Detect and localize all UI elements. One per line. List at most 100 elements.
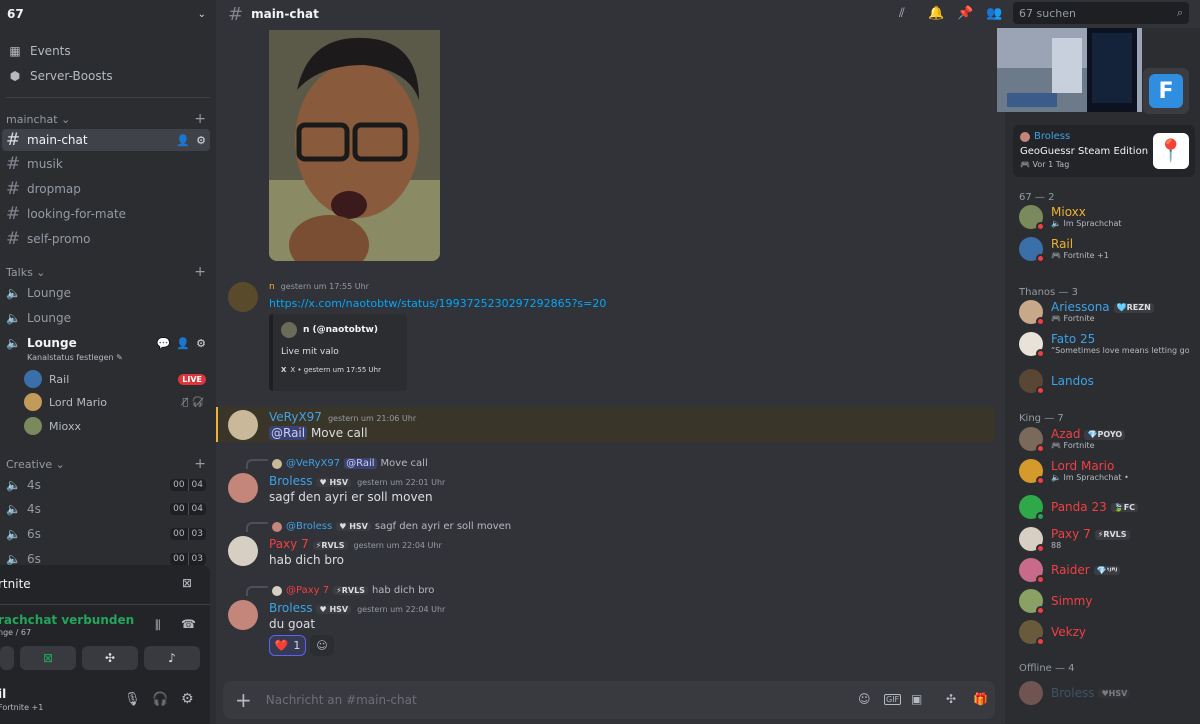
pin-icon[interactable]: 📌 <box>957 6 973 21</box>
clan-tag[interactable]: 🍃FC <box>1110 502 1139 513</box>
sticker-icon[interactable]: ▣ <box>911 692 922 706</box>
voice-channel-lounge-active[interactable]: 🔈 Lounge 💬 👤 ⚙ <box>2 332 210 354</box>
category-mainchat[interactable]: mainchat ⌄ + <box>6 110 210 128</box>
voice-user-rail[interactable]: Rail LIVE <box>24 368 210 390</box>
member-row[interactable]: Simmy <box>1019 586 1194 616</box>
avatar[interactable] <box>228 473 258 503</box>
channel-status-setter[interactable]: Kanalstatus festlegen ✎ <box>27 353 123 362</box>
message-author[interactable]: Broless <box>269 601 312 615</box>
member-row[interactable]: Ariessona 🩵REZN 🎮 Fortnite <box>1019 297 1194 327</box>
user-settings-gear-icon[interactable]: ⚙ <box>181 691 194 707</box>
member-row[interactable]: Rail 🎮 Fortnite +1 <box>1019 234 1194 264</box>
headphones-icon[interactable]: 🎧 <box>152 692 168 707</box>
add-channel-icon[interactable]: + <box>194 111 210 127</box>
reaction-heart[interactable]: ❤️ 1 <box>269 635 306 656</box>
gear-icon[interactable]: ⚙ <box>196 337 206 350</box>
clan-tag[interactable]: ⚡RVLS <box>1094 530 1130 540</box>
message-composer[interactable]: + Nachricht an #main-chat <box>223 681 995 719</box>
message-link[interactable]: https://x.com/naotobtw/status/1993725230… <box>269 297 606 310</box>
soundboard-button[interactable]: ♪ <box>144 646 200 670</box>
search-input[interactable]: 67 suchen ⌕ <box>1013 2 1189 24</box>
stop-stream-icon[interactable]: ⊠ <box>182 576 192 590</box>
chat-icon[interactable]: 💬 <box>157 337 171 350</box>
message-author[interactable]: VeRyX97 <box>269 410 322 424</box>
activities-button[interactable]: ✣ <box>82 646 138 670</box>
server-boosts-item[interactable]: ⬢ Server-Boosts <box>6 65 210 87</box>
link-embed[interactable]: n (@naotobtw) Live mit valo X X • gester… <box>269 314 407 391</box>
add-channel-icon[interactable]: + <box>194 264 210 280</box>
member-row[interactable]: Azad 💎POYO 🎮 Fortnite <box>1019 424 1194 454</box>
avatar[interactable] <box>228 536 258 566</box>
member-row[interactable]: Broless ♥HSV <box>1019 678 1194 708</box>
threads-icon[interactable]: ⫽ <box>899 6 905 21</box>
avatar[interactable] <box>228 282 258 312</box>
category-talks[interactable]: Talks ⌄ + <box>6 263 210 281</box>
embed-author[interactable]: n (@naotobtw) <box>303 325 378 335</box>
events-item[interactable]: ▦ Events <box>6 40 210 62</box>
disconnect-icon[interactable]: ☎ <box>181 617 196 631</box>
activity-user[interactable]: Broless <box>1034 131 1070 142</box>
microphone-icon[interactable]: 🎙 <box>124 692 141 707</box>
clan-tag[interactable]: 💎POYO <box>1084 430 1126 440</box>
member-row[interactable]: Lord Mario 🔈 Im Sprachchat • <box>1019 456 1194 486</box>
avatar[interactable] <box>228 600 258 630</box>
current-user-name[interactable]: il <box>0 687 6 701</box>
message-author[interactable]: Broless <box>269 474 312 488</box>
bell-icon[interactable]: 🔔 <box>928 6 944 21</box>
clan-tag[interactable]: ⚡RVLS <box>312 541 348 550</box>
avatar[interactable] <box>228 410 258 440</box>
member-row[interactable]: Panda 23 🍃FC <box>1019 492 1194 522</box>
upload-plus-icon[interactable]: + <box>235 688 252 712</box>
member-row[interactable]: Raider 💎ᵗᴶᴿᴶ <box>1019 555 1194 585</box>
invite-icon[interactable]: 👤 <box>176 337 190 350</box>
apps-icon[interactable]: ✣ <box>946 692 956 706</box>
gif-icon[interactable]: GIF <box>884 694 902 705</box>
member-row[interactable]: Fato 25 “Sometimes love means letting go,… <box>1019 329 1194 359</box>
channel-looking-for-mate[interactable]: # looking-for-mate <box>2 203 210 225</box>
clan-tag[interactable]: ♥ HSV <box>316 478 352 487</box>
message-author[interactable]: Paxy 7 <box>269 537 309 551</box>
gift-icon[interactable]: 🎁 <box>973 692 988 706</box>
voice-channel-lounge[interactable]: 🔈 Lounge <box>2 307 210 329</box>
member-row[interactable]: Mioxx 🔈 Im Sprachchat <box>1019 202 1194 232</box>
category-creative[interactable]: Creative ⌄ + <box>6 455 210 473</box>
emoji-icon[interactable]: ☺ <box>858 692 871 706</box>
camera-button[interactable] <box>0 646 14 670</box>
voice-channel-4s[interactable]: 🔈 4s 00 04 <box>2 474 210 496</box>
add-channel-icon[interactable]: + <box>194 456 210 472</box>
channel-self-promo[interactable]: # self-promo <box>2 228 210 250</box>
voice-channel-4s[interactable]: 🔈 4s 00 04 <box>2 498 210 520</box>
share-screen-button[interactable]: ⊠ <box>20 646 76 670</box>
member-row[interactable]: Paxy 7 ⚡RVLS 88 <box>1019 524 1194 554</box>
voice-channel-lounge[interactable]: 🔈 Lounge <box>2 282 210 304</box>
activity-card[interactable]: Broless GeoGuessr Steam Edition 🎮 Vor 1 … <box>1013 125 1195 177</box>
invite-icon[interactable]: 👤 <box>176 134 190 147</box>
clan-tag[interactable]: ♥ HSV <box>316 605 352 614</box>
message-image[interactable] <box>269 30 440 261</box>
member-row[interactable]: Landos <box>1019 366 1194 396</box>
clan-tag[interactable]: 💎ᵗᴶᴿᴶ <box>1093 565 1121 576</box>
clan-tag[interactable]: 🩵REZN <box>1113 303 1154 313</box>
voice-location[interactable]: nge / 67 <box>0 628 31 637</box>
voice-activity-icon[interactable]: ⫼ <box>155 618 161 633</box>
voice-user-lord-mario[interactable]: Lord Mario 🎙̸ 🎧̸ <box>24 391 210 413</box>
activity-thumb-fortnite[interactable]: F <box>1143 68 1189 114</box>
voice-user-mioxx[interactable]: Mioxx <box>24 415 210 437</box>
user-mention[interactable]: @Rail <box>269 426 308 440</box>
clan-tag[interactable]: ♥HSV <box>1098 688 1131 699</box>
reply-reference[interactable]: @Broless ♥ HSV sagf den ayri er soll mov… <box>246 521 511 532</box>
voice-channel-6s[interactable]: 🔈 6s 00 03 <box>2 523 210 545</box>
add-reaction-button[interactable]: ☺ <box>310 635 334 656</box>
member-row[interactable]: Vekzy <box>1019 617 1194 647</box>
member-list-icon[interactable]: 👥 <box>986 6 1002 21</box>
stream-preview[interactable] <box>997 28 1142 112</box>
channel-musik[interactable]: # musik <box>2 153 210 175</box>
server-header[interactable]: 67 ⌄ <box>0 0 216 28</box>
reply-reference[interactable]: @Paxy 7 ⚡RVLS hab dich bro <box>246 585 434 596</box>
channel-dropmap[interactable]: # dropmap <box>2 178 210 200</box>
gear-icon[interactable]: ⚙ <box>196 134 206 147</box>
channel-main-chat[interactable]: # main-chat 👤 ⚙ <box>2 129 210 151</box>
reply-reference[interactable]: @VeRyX97 @Rail Move call <box>246 458 428 469</box>
message-author[interactable]: n <box>269 282 275 292</box>
voice-status[interactable]: rachchat verbunden <box>0 613 134 627</box>
